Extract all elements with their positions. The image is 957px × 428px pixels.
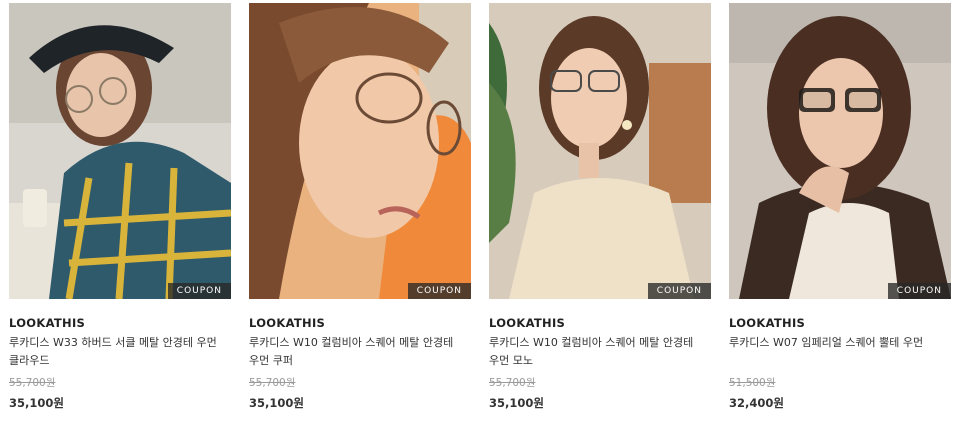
product-card[interactable]: COUPON LOOKATHIS 루카디스 W33 하버드 서클 메탈 안경테 … — [9, 0, 231, 410]
original-price: 55,700원 — [489, 377, 536, 389]
product-name[interactable]: 루카디스 W10 컬럼비아 스퀘어 메탈 안경테 우먼 모노 — [489, 334, 711, 370]
coupon-badge: COUPON — [887, 283, 951, 299]
product-brand: LOOKATHIS — [729, 316, 806, 330]
product-name[interactable]: 루카디스 W10 컬럼비아 스퀘어 메탈 안경테 우먼 쿠퍼 — [249, 334, 471, 370]
original-price: 55,700원 — [249, 377, 296, 389]
product-card[interactable]: COUPON LOOKATHIS 루카디스 W07 임페리얼 스퀘어 뿔테 우먼… — [729, 0, 951, 410]
product-brand: LOOKATHIS — [249, 316, 326, 330]
sale-price: 35,100원 — [9, 396, 64, 410]
product-photo-icon — [249, 3, 471, 299]
product-photo-icon — [729, 3, 951, 299]
coupon-badge: COUPON — [407, 283, 471, 299]
product-grid: COUPON LOOKATHIS 루카디스 W33 하버드 서클 메탈 안경테 … — [0, 0, 957, 428]
product-photo-icon — [489, 3, 711, 299]
original-price: 55,700원 — [9, 377, 56, 389]
sale-price: 35,100원 — [489, 396, 544, 410]
sale-price: 35,100원 — [249, 396, 304, 410]
product-photo-icon — [9, 3, 231, 299]
coupon-badge: COUPON — [647, 283, 711, 299]
product-card[interactable]: COUPON LOOKATHIS 루카디스 W10 컬럼비아 스퀘어 메탈 안경… — [249, 0, 471, 410]
sale-price: 32,400원 — [729, 396, 784, 410]
product-brand: LOOKATHIS — [9, 316, 86, 330]
original-price: 51,500원 — [729, 377, 776, 389]
product-image[interactable]: COUPON — [9, 3, 231, 299]
product-image[interactable]: COUPON — [249, 3, 471, 299]
product-card[interactable]: COUPON LOOKATHIS 루카디스 W10 컬럼비아 스퀘어 메탈 안경… — [489, 0, 711, 410]
product-brand: LOOKATHIS — [489, 316, 566, 330]
product-image[interactable]: COUPON — [489, 3, 711, 299]
product-name[interactable]: 루카디스 W07 임페리얼 스퀘어 뿔테 우먼 — [729, 334, 951, 370]
coupon-badge: COUPON — [167, 283, 231, 299]
product-name[interactable]: 루카디스 W33 하버드 서클 메탈 안경테 우먼 클라우드 — [9, 334, 231, 370]
product-image[interactable]: COUPON — [729, 3, 951, 299]
